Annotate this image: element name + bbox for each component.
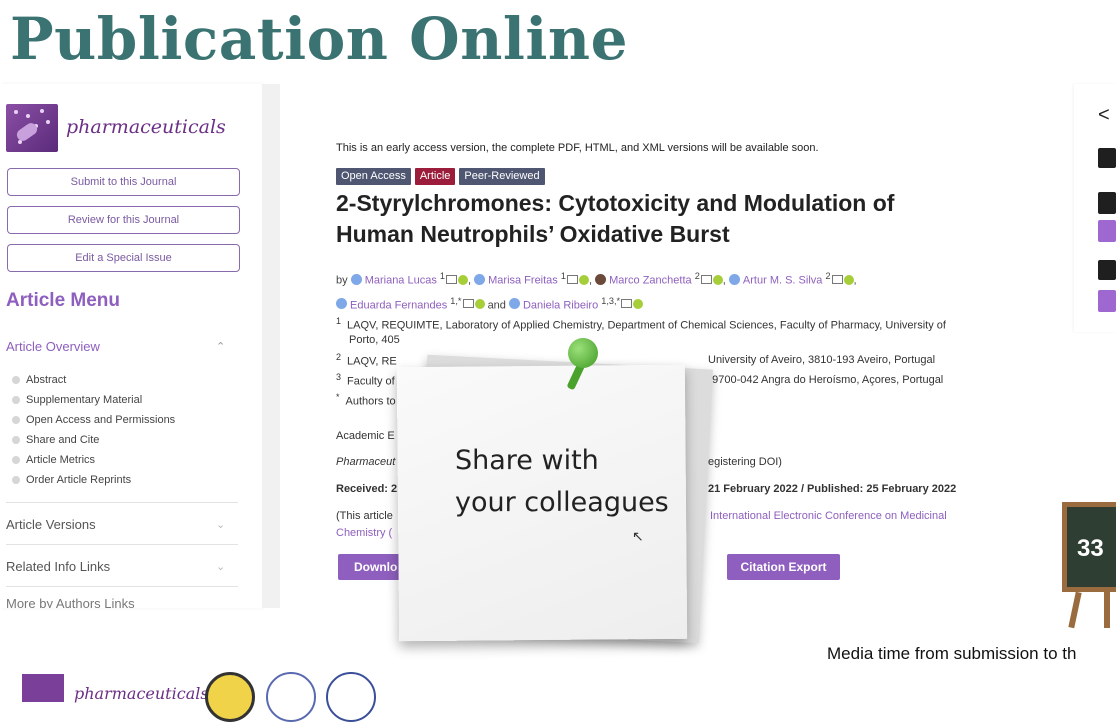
affiliation: * Authors to <box>336 392 396 408</box>
author-avatar-icon <box>336 298 347 310</box>
chevron-up-icon[interactable]: ⌃ <box>216 340 225 353</box>
orcid-icon[interactable] <box>578 274 589 285</box>
bullet-icon <box>12 436 20 445</box>
journal-sidebar: pharmaceuticals Submit to this Journal R… <box>0 84 262 608</box>
author-avatar-icon <box>508 298 520 310</box>
sticky-note-text: Share with your colleagues <box>455 445 669 518</box>
edit-special-issue-button[interactable]: Edit a Special Issue <box>7 244 240 272</box>
menu-item-article-metrics[interactable]: Article Metrics <box>12 454 95 466</box>
published-dates: 21 February 2022 / Published: 25 Februar… <box>708 483 957 495</box>
author-avatar-icon <box>595 273 607 285</box>
email-icon[interactable] <box>566 274 578 284</box>
panel-gutter <box>262 84 280 608</box>
chevron-down-icon[interactable]: ⌄ <box>216 560 225 573</box>
email-icon[interactable] <box>831 274 843 284</box>
author-link[interactable]: Marisa Freitas <box>488 275 558 287</box>
slide-caption: Media time from submission to th <box>827 644 1077 663</box>
submit-to-journal-button[interactable]: Submit to this Journal <box>7 168 240 196</box>
side-panel-tab[interactable] <box>1098 220 1116 242</box>
bullet-icon <box>12 416 20 425</box>
journal-ref-doi: egistering DOI) <box>708 456 782 468</box>
journal-logo-icon <box>6 104 58 152</box>
chevron-down-icon[interactable]: ⌄ <box>216 518 225 531</box>
bullet-icon <box>12 376 20 385</box>
email-icon[interactable] <box>700 274 712 284</box>
easel-leg <box>1068 591 1082 629</box>
slide-title: Publication Online <box>10 5 628 73</box>
mouse-cursor-icon: ↖ <box>632 528 644 544</box>
menu-item-share-cite[interactable]: Share and Cite <box>12 434 99 446</box>
affiliation: University of Aveiro, 3810-193 Aveiro, P… <box>708 354 936 366</box>
email-icon[interactable] <box>621 299 633 309</box>
orcid-icon[interactable] <box>712 274 723 285</box>
orcid-icon[interactable] <box>843 274 854 285</box>
chalkboard-number: 33 <box>1077 535 1104 562</box>
article-menu-title: Article Menu <box>6 290 121 311</box>
feedback-icon[interactable] <box>1098 148 1116 168</box>
article-overview-toggle[interactable]: Article Overview <box>6 339 100 354</box>
menu-item-open-access[interactable]: Open Access and Permissions <box>12 414 175 426</box>
email-icon[interactable] <box>462 299 474 309</box>
article-title: 2-Styrylchromones: Cytotoxicity and Modu… <box>336 190 895 247</box>
author-link[interactable]: Daniela Ribeiro <box>523 299 598 311</box>
email-icon[interactable] <box>446 274 457 284</box>
conference-link-cont[interactable]: Chemistry ( <box>336 527 392 539</box>
affiliation: 3 Faculty of <box>336 372 395 388</box>
stats-icon[interactable] <box>1098 192 1116 214</box>
menu-item-supplementary[interactable]: Supplementary Material <box>12 394 142 406</box>
right-toolbar: < <box>1074 84 1116 332</box>
open-access-badge[interactable]: Open Access <box>336 168 411 185</box>
author-link[interactable]: Eduarda Fernandes <box>350 299 447 311</box>
author-link[interactable]: Mariana Lucas <box>365 275 437 287</box>
received-date: Received: 2 <box>336 483 398 495</box>
article-note: (This article <box>336 510 393 522</box>
chalkboard: 33 <box>1062 502 1116 592</box>
affiliation: Porto, 405 <box>349 334 400 346</box>
divider <box>6 502 238 503</box>
divider <box>6 544 238 545</box>
citation-export-button[interactable]: Citation Export <box>727 554 840 580</box>
more-by-authors-link[interactable]: More by Authors Links <box>6 596 135 608</box>
orcid-icon[interactable] <box>633 299 644 310</box>
author-avatar-icon <box>350 273 362 285</box>
comment-icon[interactable] <box>1098 260 1116 280</box>
bullet-icon <box>12 476 20 485</box>
conference-link[interactable]: International Electronic Conference on M… <box>710 510 947 522</box>
university-seal-icon <box>205 672 255 722</box>
related-info-links[interactable]: Related Info Links <box>6 559 110 574</box>
early-access-notice: This is an early access version, the com… <box>336 142 819 154</box>
orcid-icon[interactable] <box>474 299 485 310</box>
author-link[interactable]: Marco Zanchetta <box>609 275 692 287</box>
menu-item-order-reprints[interactable]: Order Article Reprints <box>12 474 131 486</box>
article-badge: Article <box>414 168 456 185</box>
easel-leg <box>1104 592 1110 628</box>
divider <box>6 586 238 587</box>
journal-ref: Pharmaceut <box>336 456 396 468</box>
author-avatar-icon <box>728 273 740 285</box>
share-icon[interactable]: < <box>1098 104 1110 127</box>
affiliation: , 9700-042 Angra do Heroísmo, Açores, Po… <box>706 374 944 386</box>
affiliation: 2 LAQV, RE <box>336 352 397 368</box>
bullet-icon <box>12 396 20 405</box>
author-avatar-icon <box>474 273 486 285</box>
journal-name: pharmaceuticals <box>66 116 226 138</box>
academic-editor: Academic E <box>336 430 395 442</box>
author-list: by Mariana Lucas 1, Marisa Freitas 1, Ma… <box>336 271 857 312</box>
author-link[interactable]: Artur M. S. Silva <box>743 275 822 287</box>
peer-reviewed-badge[interactable]: Peer-Reviewed <box>459 168 545 185</box>
side-panel-tab[interactable] <box>1098 290 1116 312</box>
push-pin-icon <box>568 338 598 368</box>
institution-seal-icon <box>326 672 376 722</box>
article-versions-link[interactable]: Article Versions <box>6 517 96 532</box>
review-for-journal-button[interactable]: Review for this Journal <box>7 206 240 234</box>
bullet-icon <box>12 456 20 465</box>
affiliation: 1 LAQV, REQUIMTE, Laboratory of Applied C… <box>336 316 946 332</box>
menu-item-abstract[interactable]: Abstract <box>12 374 66 386</box>
journal-name-small: pharmaceuticals <box>74 684 209 703</box>
institution-seal-icon <box>266 672 316 722</box>
journal-logo-small-icon <box>22 674 64 702</box>
article-tags: Open Access Article Peer-Reviewed <box>336 168 545 185</box>
orcid-icon[interactable] <box>458 274 468 285</box>
